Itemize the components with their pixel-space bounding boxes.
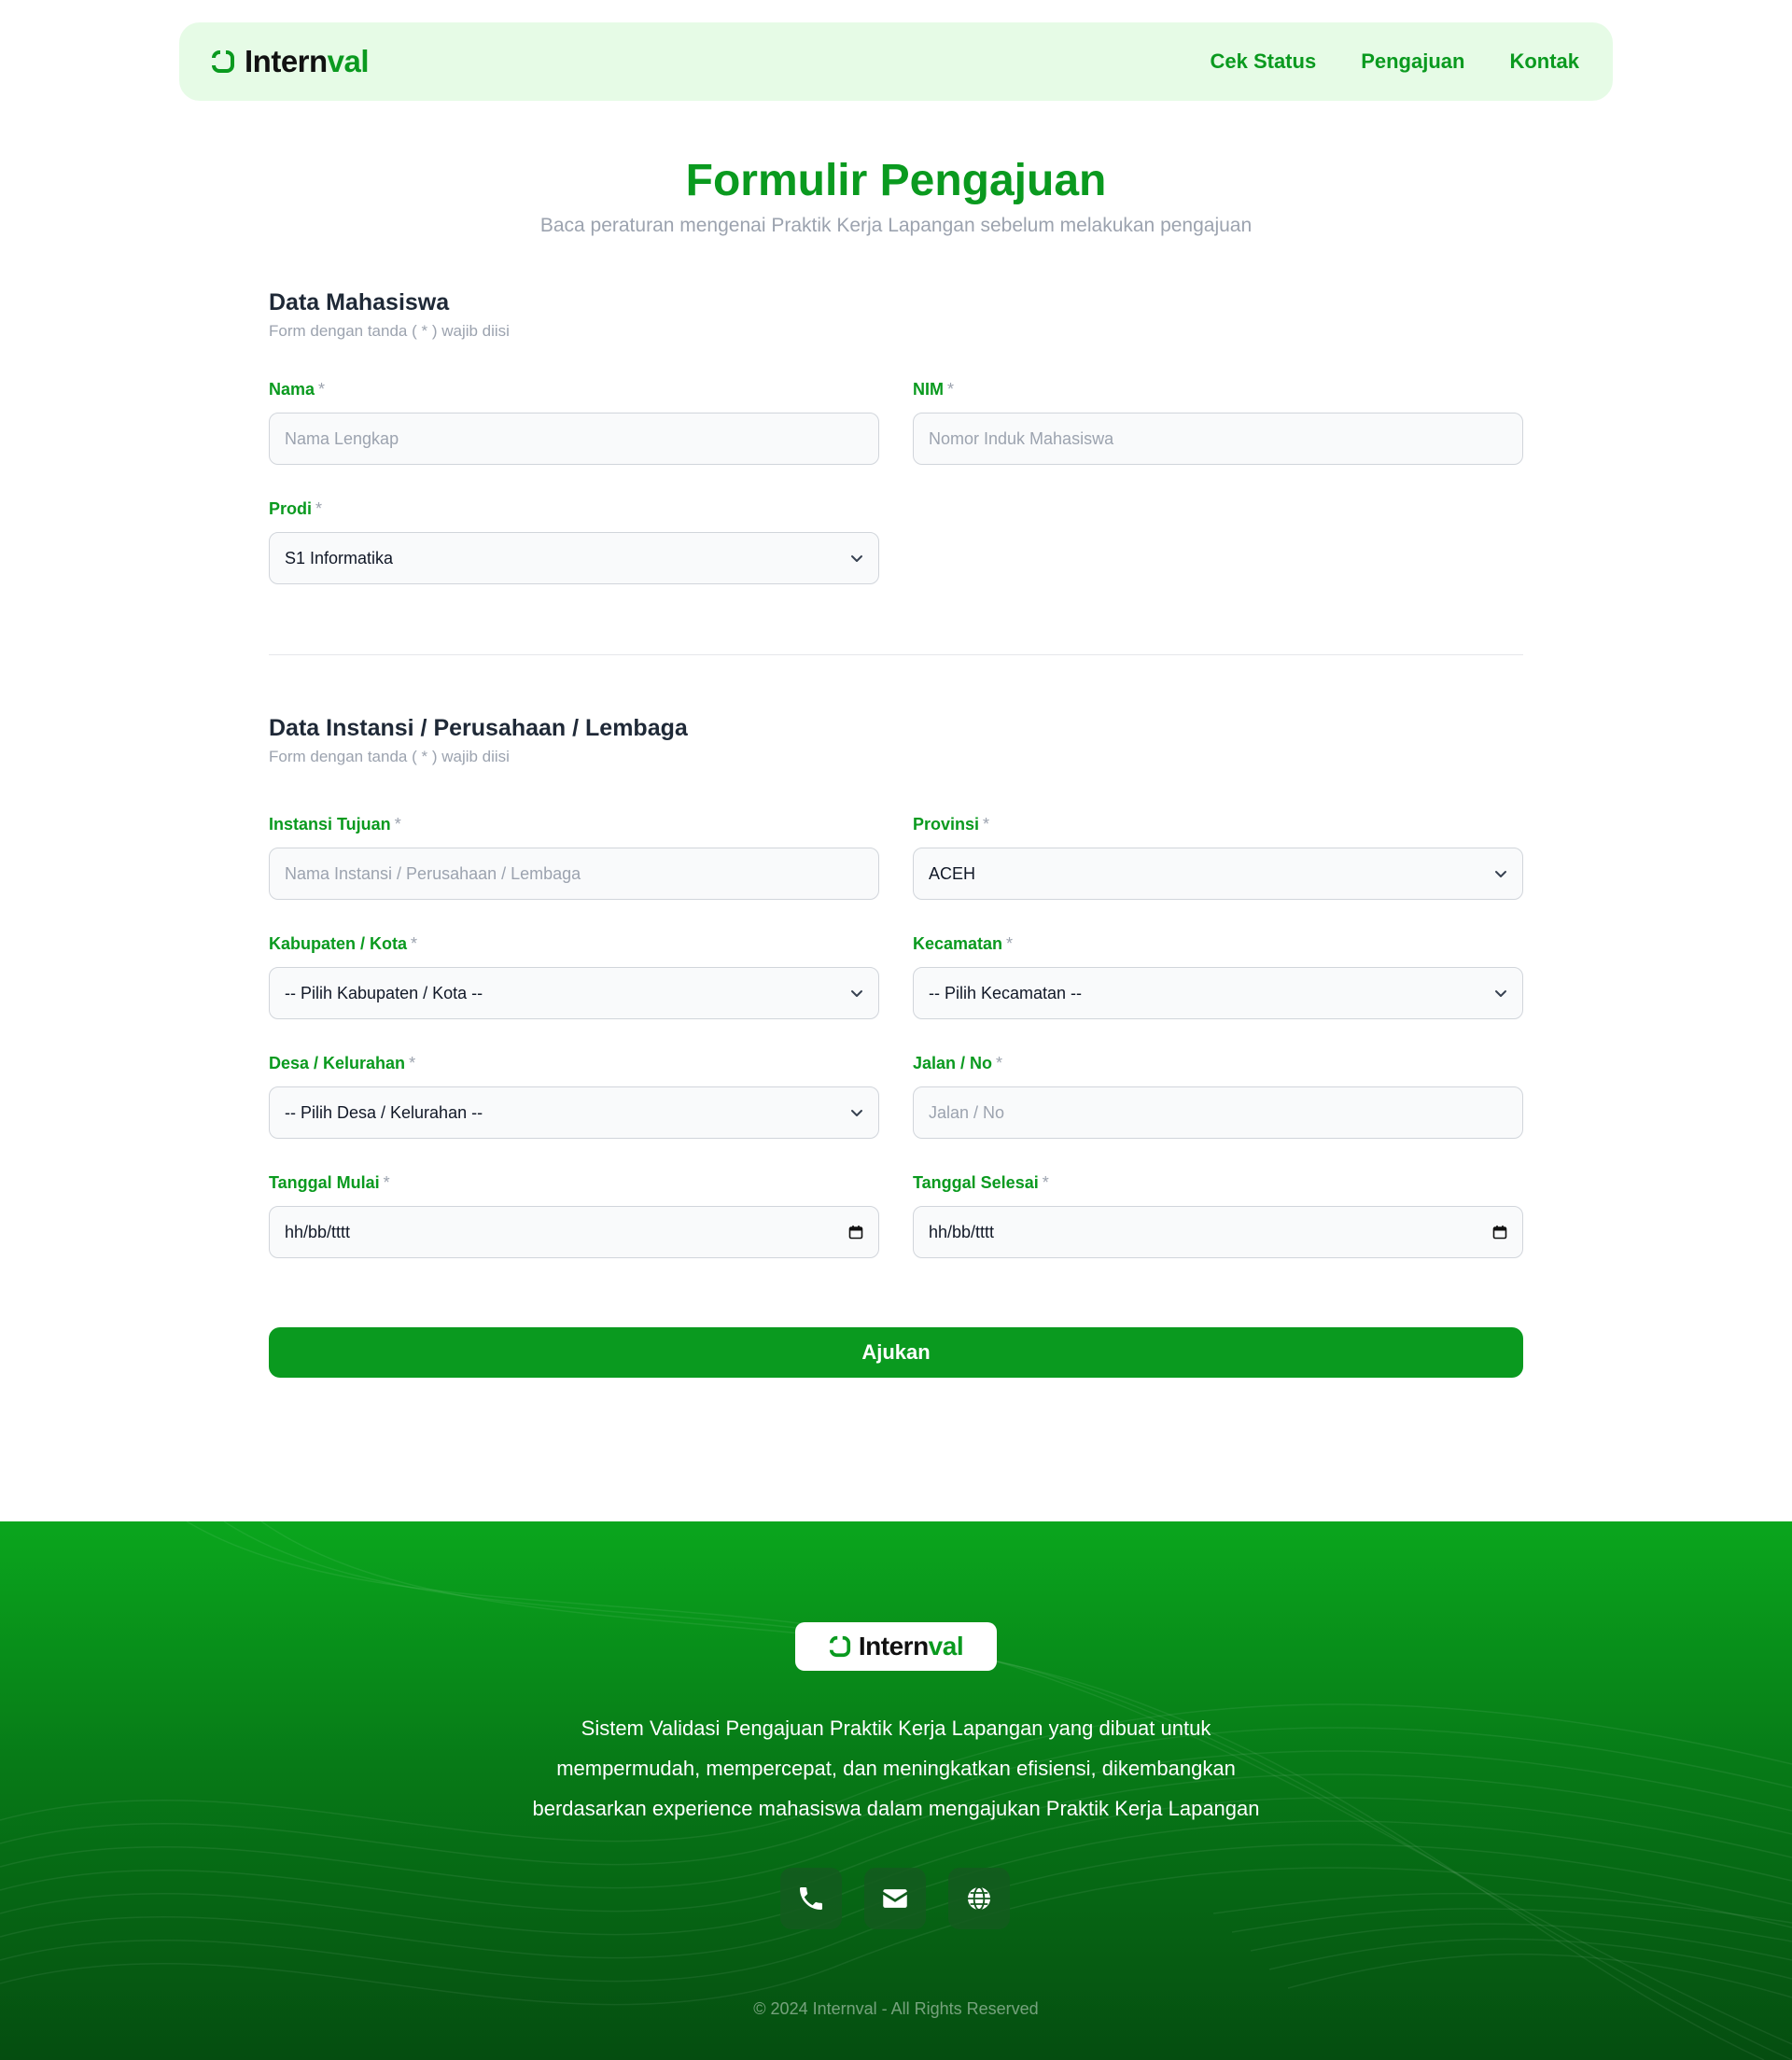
required-marker: * [315,499,323,518]
required-marker: * [1006,934,1014,953]
prodi-value: S1 Informatika [285,548,394,568]
social-links [780,1868,1010,1929]
footer: Internval Sistem Validasi Pengajuan Prak… [0,1521,1792,2060]
field-jalan-no: Jalan / No * Jalan / No [913,1049,1523,1169]
navbar: Internval Cek Status Pengajuan Kontak [179,22,1613,101]
tanggal-mulai-value: hh/bb/tttt [285,1222,351,1241]
field-desa-kelurahan: Desa / Kelurahan * -- Pilih Desa / Kelura… [269,1049,879,1169]
chevron-down-icon [851,1110,862,1116]
section-title: Data Mahasiswa [269,289,450,315]
provinsi-select[interactable]: ACEH [913,848,1523,900]
nim-placeholder: Nomor Induk Mahasiswa [929,428,1114,448]
nim-input[interactable]: Nomor Induk Mahasiswa [913,413,1523,465]
chevron-down-icon [851,555,862,562]
mail-icon [883,1889,907,1908]
field-nim: NIM * Nomor Induk Mahasiswa [913,375,1523,495]
instansi-label: Instansi Tujuan [269,815,391,834]
kabupaten-select[interactable]: -- Pilih Kabupaten / Kota -- [269,967,879,1019]
tanggal-mulai-input[interactable]: hh/bb/tttt [269,1206,879,1258]
field-nama: Nama * Nama Lengkap [269,375,879,495]
prodi-select[interactable]: S1 Informatika [269,532,879,584]
calendar-icon[interactable] [1492,1225,1507,1240]
nama-input[interactable]: Nama Lengkap [269,413,879,465]
field-tanggal-selesai: Tanggal Selesai * hh/bb/tttt [913,1169,1523,1288]
nav-link-pengajuan[interactable]: Pengajuan [1361,49,1464,74]
provinsi-value: ACEH [929,863,976,883]
nav-link-cek-status[interactable]: Cek Status [1210,49,1316,74]
required-marker: * [409,1054,416,1072]
footer-brand-name: Internval [858,1632,964,1661]
required-marker: * [947,380,955,399]
jalan-placeholder: Jalan / No [929,1102,1005,1122]
footer-description: Sistem Validasi Pengajuan Praktik Kerja … [532,1717,1260,1820]
nim-label: NIM [913,380,944,399]
submission-form: Data Mahasiswa Form dengan tanda ( * ) w… [269,280,1523,1378]
field-prodi: Prodi * S1 Informatika [269,495,879,614]
provinsi-label: Provinsi [913,815,980,834]
kabupaten-label: Kabupaten / Kota [269,934,408,953]
copyright-text: © 2024 Internval - All Rights Reserved [753,1999,1039,2018]
required-marker: * [983,815,990,834]
field-kecamatan: Kecamatan * -- Pilih Kecamatan -- [913,930,1523,1049]
field-kabupaten-kota: Kabupaten / Kota * -- Pilih Kabupaten / K… [269,930,879,1049]
field-provinsi: Provinsi * ACEH [913,810,1523,930]
submit-button[interactable]: Ajukan [269,1327,1523,1378]
globe-icon [968,1886,990,1911]
footer-logo[interactable]: Internval [795,1622,997,1671]
chevron-down-icon [1495,990,1506,997]
required-marker: * [383,1173,390,1192]
field-instansi-tujuan: Instansi Tujuan * Nama Instansi / Perusah… [269,810,879,930]
chevron-down-icon [1495,871,1506,877]
chevron-down-icon [851,990,862,997]
required-marker: * [318,380,326,399]
tanggal-mulai-label: Tanggal Mulai [269,1173,380,1192]
instansi-input[interactable]: Nama Instansi / Perusahaan / Lembaga [269,848,879,900]
required-marker: * [996,1054,1003,1072]
nav-link-kontak[interactable]: Kontak [1509,49,1579,74]
section-note: Form dengan tanda ( * ) wajib diisi [269,748,510,765]
website-button[interactable] [948,1868,1010,1929]
desa-value: -- Pilih Desa / Kelurahan -- [285,1102,483,1122]
brand-logo[interactable]: Internval [211,44,370,79]
kecamatan-value: -- Pilih Kecamatan -- [929,983,1083,1002]
page-title: Formulir Pengajuan [685,156,1107,205]
phone-button[interactable] [780,1868,842,1929]
section-divider [269,654,1523,655]
required-marker: * [394,815,401,834]
nama-placeholder: Nama Lengkap [285,428,399,448]
kecamatan-select[interactable]: -- Pilih Kecamatan -- [913,967,1523,1019]
field-tanggal-mulai: Tanggal Mulai * hh/bb/tttt [269,1169,879,1288]
logo-mark-icon [828,1635,850,1658]
empty-cell [913,495,1523,614]
tanggal-selesai-label: Tanggal Selesai [913,1173,1039,1192]
kabupaten-value: -- Pilih Kabupaten / Kota -- [285,983,483,1002]
nav-links: Cek Status Pengajuan Kontak [1210,49,1579,74]
prodi-label: Prodi [269,499,313,518]
jalan-label: Jalan / No [913,1054,993,1072]
logo-mark-icon [211,49,234,73]
required-marker: * [1042,1173,1049,1192]
tanggal-selesai-value: hh/bb/tttt [929,1222,995,1241]
section-mahasiswa: Data Mahasiswa Form dengan tanda ( * ) w… [269,280,1523,362]
tanggal-selesai-input[interactable]: hh/bb/tttt [913,1206,1523,1258]
phone-icon [800,1887,822,1910]
nama-label: Nama [269,380,315,399]
calendar-icon[interactable] [848,1225,863,1240]
desa-select[interactable]: -- Pilih Desa / Kelurahan -- [269,1086,879,1139]
mail-button[interactable] [864,1868,926,1929]
section-instansi: Data Instansi / Perusahaan / Lembaga For… [269,715,1523,797]
desa-label: Desa / Kelurahan [269,1054,406,1072]
kecamatan-label: Kecamatan [913,934,1003,953]
section-title: Data Instansi / Perusahaan / Lembaga [269,715,688,741]
section-note: Form dengan tanda ( * ) wajib diisi [269,322,510,340]
required-marker: * [411,934,418,953]
page-subtitle: Baca peraturan mengenai Praktik Kerja La… [539,215,1253,236]
jalan-input[interactable]: Jalan / No [913,1086,1523,1139]
brand-name: Internval [245,44,370,78]
instansi-placeholder: Nama Instansi / Perusahaan / Lembaga [285,863,581,883]
